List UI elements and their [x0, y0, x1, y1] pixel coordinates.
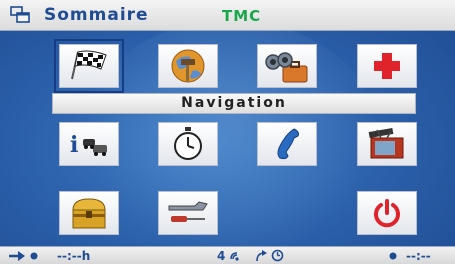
emergency-tile[interactable] — [357, 44, 417, 88]
route-arrow-icon — [256, 250, 267, 262]
treasure-tile[interactable] — [59, 191, 119, 235]
travel-tile[interactable] — [257, 44, 317, 88]
phone-tile[interactable] — [257, 122, 317, 166]
destination-tile[interactable] — [158, 44, 218, 88]
satellite-icon — [230, 252, 239, 261]
top-bar: Sommaire TMC — [0, 0, 455, 31]
power-tile[interactable] — [357, 191, 417, 235]
stopwatch-icon — [174, 127, 202, 160]
wrench-screwdriver-icon — [168, 201, 208, 222]
info-traffic-tile[interactable]: i — [59, 122, 119, 166]
globe-signpost-icon — [171, 49, 205, 83]
tmc-status: TMC — [222, 7, 262, 25]
background-globe — [80, 20, 380, 260]
info-traffic-icon: i — [70, 132, 107, 158]
svg-text:i: i — [70, 132, 78, 158]
selected-item-label: Navigation — [52, 93, 416, 114]
multimedia-tile[interactable] — [357, 122, 417, 166]
navigation-tile[interactable] — [54, 39, 124, 93]
settings-tile[interactable] — [158, 191, 218, 235]
status-bar: --:--h 4 --:-- — [0, 246, 455, 264]
main-menu-screen: Sommaire TMC Navigation i --:--h 4 --:-- — [0, 0, 455, 264]
remaining-time: --:-- — [406, 249, 431, 263]
window-menu-icon[interactable] — [10, 6, 30, 23]
phone-handset-icon — [277, 128, 299, 160]
treasure-chest-icon — [72, 198, 106, 229]
power-icon — [374, 199, 400, 228]
arrival-arrow-icon — [9, 251, 38, 261]
binoculars-suitcase-icon — [265, 52, 308, 83]
clock-icon — [271, 249, 284, 262]
destination-dot-icon — [389, 252, 397, 260]
eta-time: --:--h — [57, 249, 91, 263]
checkered-flag-icon — [71, 50, 107, 80]
page-title: Sommaire — [44, 5, 149, 25]
satellite-count: 4 — [217, 249, 226, 263]
timer-tile[interactable] — [158, 122, 218, 166]
red-cross-icon — [374, 53, 400, 79]
tv-clapper-icon — [368, 127, 404, 159]
